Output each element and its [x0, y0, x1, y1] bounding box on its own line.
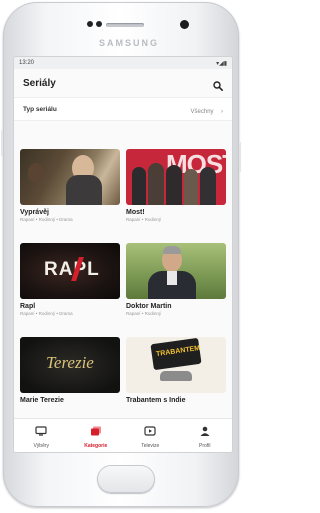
series-subtitle: Rapaní • Rodinný • Drama [20, 217, 73, 222]
series-card-rapl[interactable]: RAPL Rapl Rapaní • Rodinný • Drama [20, 243, 120, 316]
series-subtitle: Rapaní • Rodinný [126, 311, 162, 316]
series-card-trabantem[interactable]: TRABANTEM Trabantem s Indie [126, 337, 226, 405]
series-card-vypravej[interactable]: Vyprávěj Rapaní • Rodinný • Drama [20, 149, 120, 222]
series-card-most[interactable]: MOST Most! Rapaní • Rodinný [126, 149, 226, 222]
series-card-doktor-martin[interactable]: Doktor Martin Rapaní • Rodinný [126, 243, 226, 316]
series-thumbnail: RAPL [20, 243, 120, 299]
device-brand: SAMSUNG [99, 38, 160, 48]
app-screen: 13:20 ▾◢▮ Seriály Typ seriálu Všechny › … [14, 57, 232, 452]
thumbnail-figure [66, 175, 102, 205]
series-card-marie-terezie[interactable]: Terezie Marie Terezie [20, 337, 120, 405]
series-title: Marie Terezie [20, 397, 64, 404]
sensor-dot [96, 21, 102, 27]
nav-item-kategorie[interactable]: Kategorie [69, 419, 124, 452]
series-title: Doktor Martin [126, 303, 172, 310]
nav-label: Televize [141, 442, 160, 449]
thumbnail-figure [200, 167, 216, 205]
nav-item-profil[interactable]: Profil [178, 419, 233, 452]
app-bar: Seriály [14, 69, 232, 97]
page-title: Seriály [23, 77, 56, 89]
phone-side-button [1, 130, 3, 156]
series-subtitle: Rapaní • Rodinný [126, 217, 162, 222]
poster-title: Terezie [46, 353, 94, 372]
status-bar: 13:20 ▾◢▮ [14, 57, 232, 69]
series-thumbnail: TRABANTEM [126, 337, 226, 393]
sensor-dot [87, 21, 93, 27]
series-thumbnail [126, 243, 226, 299]
earpiece-speaker [106, 23, 144, 27]
filter-value: Všechny [190, 109, 214, 115]
thumbnail-figure [28, 163, 44, 183]
filter-label: Typ seriálu [23, 105, 57, 113]
thumbnail-figure [166, 165, 182, 205]
series-title: Trabantem s Indie [126, 397, 186, 404]
series-title: Rapl [20, 303, 36, 310]
poster-car [160, 371, 192, 381]
series-thumbnail: Terezie [20, 337, 120, 393]
nav-item-vybery[interactable]: Výběry [14, 419, 69, 452]
nav-label: Kategorie [84, 442, 108, 449]
thumbnail-figure [163, 246, 181, 254]
thumbnail-figure [132, 167, 146, 205]
status-icons: ▾◢▮ [216, 60, 227, 67]
search-icon[interactable] [213, 78, 223, 91]
filter-select[interactable]: Všechny › [191, 100, 223, 118]
series-thumbnail: MOST [126, 149, 226, 205]
status-time: 13:20 [19, 60, 35, 66]
play-icon [144, 423, 156, 441]
series-title: Most! [126, 209, 145, 216]
phone-top-bezel: SAMSUNG [3, 2, 239, 60]
tv-icon [35, 423, 47, 441]
nav-label: Profil [199, 442, 211, 449]
thumbnail-figure [184, 169, 198, 205]
nav-item-televize[interactable]: Televize [123, 419, 178, 452]
series-grid: Vyprávěj Rapaní • Rodinný • Drama MOST M… [14, 141, 232, 419]
nav-label: Výběry [33, 442, 50, 449]
home-button[interactable] [97, 465, 155, 493]
series-title: Vyprávěj [20, 209, 49, 216]
chevron-right-icon: › [221, 109, 223, 115]
thumbnail-figure [167, 271, 177, 285]
series-type-filter[interactable]: Typ seriálu Všechny › [14, 97, 232, 121]
phone-side-button [239, 142, 241, 172]
categories-icon [90, 423, 102, 441]
profile-icon [199, 423, 211, 441]
thumbnail-figure [148, 163, 164, 205]
bottom-navigation: Výběry Kategorie Televize Profil [14, 418, 232, 452]
front-camera [180, 20, 189, 29]
series-thumbnail [20, 149, 120, 205]
series-subtitle: Rapaní • Rodinný • Drama [20, 311, 73, 316]
